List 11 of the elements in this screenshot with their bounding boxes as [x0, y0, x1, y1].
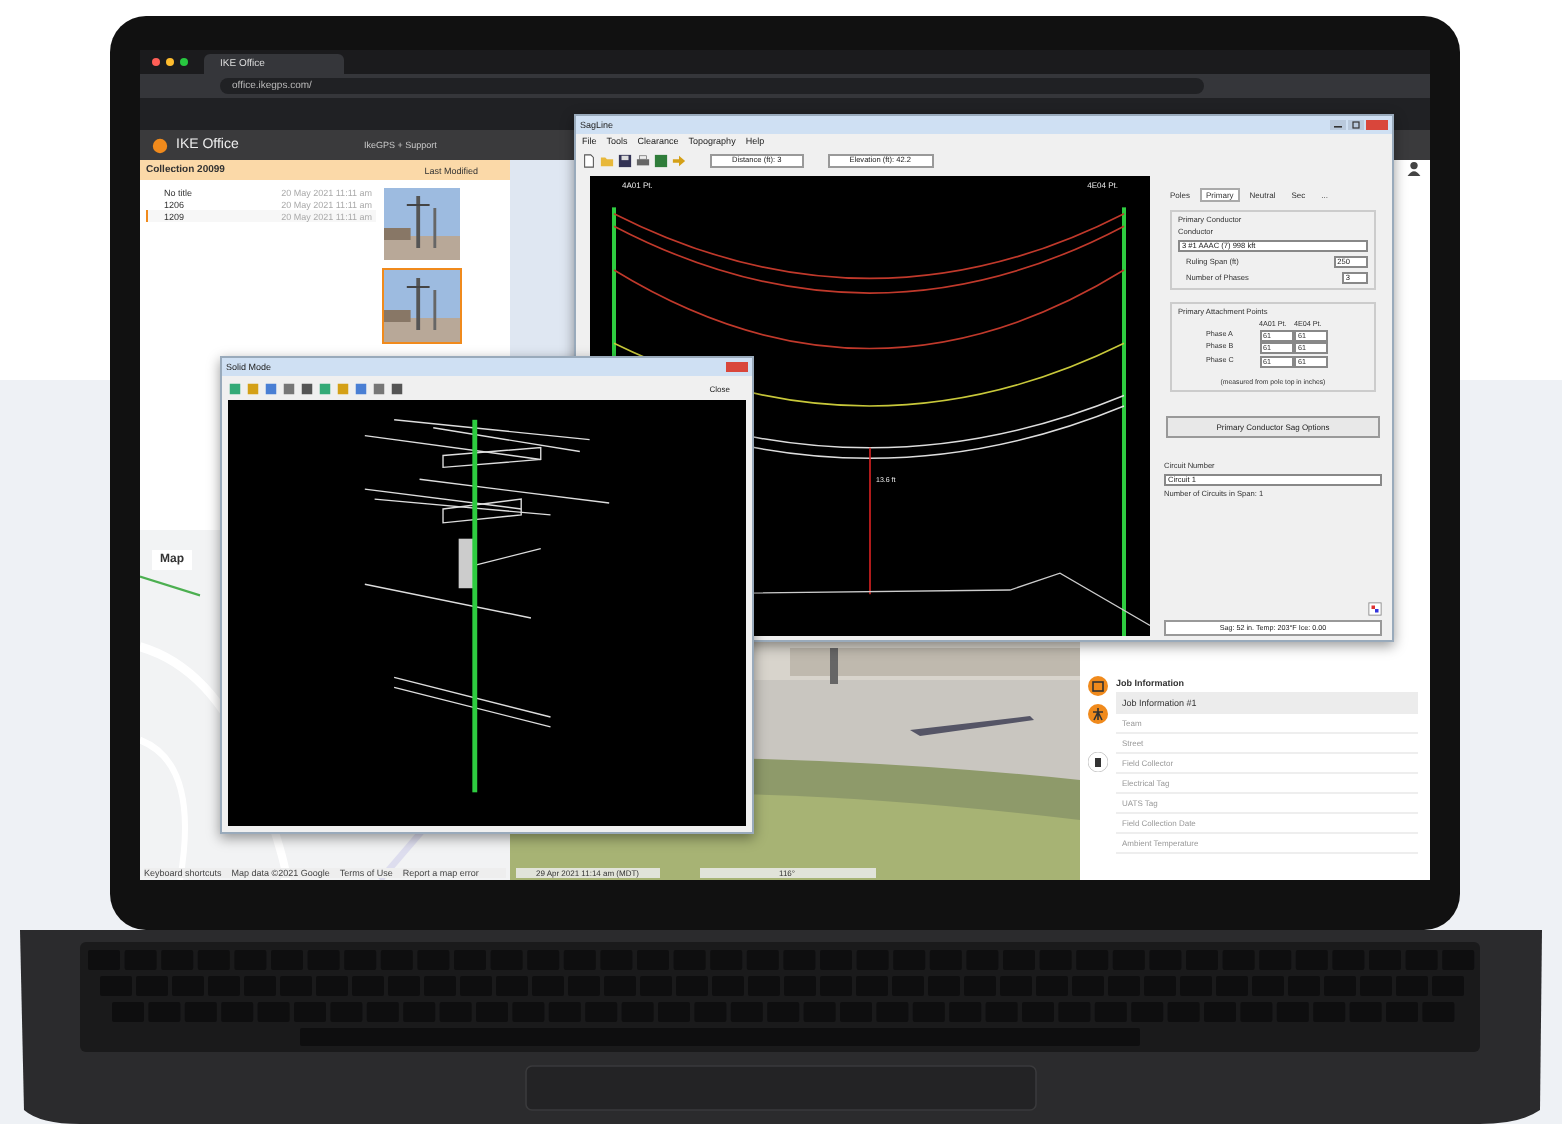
file-icon[interactable] [582, 153, 596, 167]
color-icon[interactable] [1368, 602, 1382, 616]
photo-thumbnail[interactable] [382, 268, 462, 344]
minimize-icon[interactable] [1330, 120, 1346, 130]
maximize-icon[interactable] [1348, 120, 1364, 130]
logo-icon [152, 137, 168, 153]
user-icon[interactable] [1406, 160, 1422, 176]
save-icon[interactable] [618, 153, 632, 167]
print-icon[interactable] [636, 153, 650, 167]
tower-icon[interactable] [1088, 704, 1108, 724]
trash-icon[interactable] [1088, 752, 1108, 772]
